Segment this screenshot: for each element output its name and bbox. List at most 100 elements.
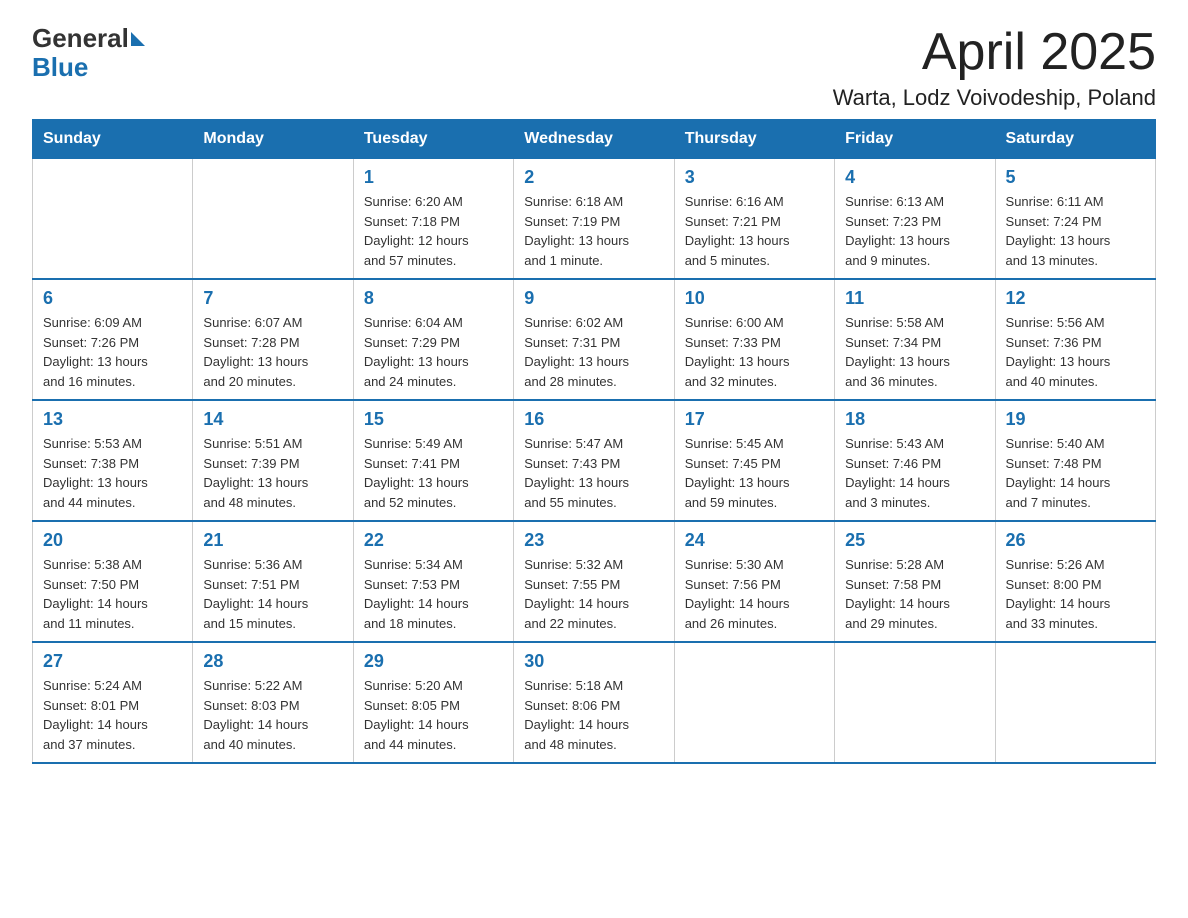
day-number: 11 xyxy=(845,288,984,309)
day-info: Sunrise: 5:53 AM Sunset: 7:38 PM Dayligh… xyxy=(43,434,182,512)
day-number: 2 xyxy=(524,167,663,188)
day-info: Sunrise: 6:16 AM Sunset: 7:21 PM Dayligh… xyxy=(685,192,824,270)
calendar-cell: 9Sunrise: 6:02 AM Sunset: 7:31 PM Daylig… xyxy=(514,279,674,400)
weekday-header-monday: Monday xyxy=(193,120,353,159)
day-info: Sunrise: 6:18 AM Sunset: 7:19 PM Dayligh… xyxy=(524,192,663,270)
day-number: 10 xyxy=(685,288,824,309)
day-info: Sunrise: 6:11 AM Sunset: 7:24 PM Dayligh… xyxy=(1006,192,1145,270)
day-info: Sunrise: 6:07 AM Sunset: 7:28 PM Dayligh… xyxy=(203,313,342,391)
calendar-cell: 2 Sunrise: 6:18 AM Sunset: 7:19 PM Daylig… xyxy=(514,159,674,280)
day-info: Sunrise: 5:22 AM Sunset: 8:03 PM Dayligh… xyxy=(203,676,342,754)
day-number: 30 xyxy=(524,651,663,672)
logo: General Blue xyxy=(32,24,145,81)
weekday-header-row: SundayMondayTuesdayWednesdayThursdayFrid… xyxy=(33,120,1156,159)
weekday-header-saturday: Saturday xyxy=(995,120,1155,159)
calendar-cell: 13Sunrise: 5:53 AM Sunset: 7:38 PM Dayli… xyxy=(33,400,193,521)
day-info: Sunrise: 6:13 AM Sunset: 7:23 PM Dayligh… xyxy=(845,192,984,270)
day-number: 1 xyxy=(364,167,503,188)
day-info: Sunrise: 5:18 AM Sunset: 8:06 PM Dayligh… xyxy=(524,676,663,754)
weekday-header-tuesday: Tuesday xyxy=(353,120,513,159)
day-info: Sunrise: 5:43 AM Sunset: 7:46 PM Dayligh… xyxy=(845,434,984,512)
day-info: Sunrise: 5:56 AM Sunset: 7:36 PM Dayligh… xyxy=(1006,313,1145,391)
day-number: 26 xyxy=(1006,530,1145,551)
calendar-cell: 18 Sunrise: 5:43 AM Sunset: 7:46 PM Dayli… xyxy=(835,400,995,521)
day-number: 16 xyxy=(524,409,663,430)
calendar-cell: 10Sunrise: 6:00 AM Sunset: 7:33 PM Dayli… xyxy=(674,279,834,400)
title-block: April 2025 Warta, Lodz Voivodeship, Pola… xyxy=(833,24,1156,111)
day-info: Sunrise: 5:45 AM Sunset: 7:45 PM Dayligh… xyxy=(685,434,824,512)
day-number: 21 xyxy=(203,530,342,551)
calendar-cell: 26 Sunrise: 5:26 AM Sunset: 8:00 PM Dayli… xyxy=(995,521,1155,642)
weekday-header-sunday: Sunday xyxy=(33,120,193,159)
calendar-cell: 17 Sunrise: 5:45 AM Sunset: 7:45 PM Dayli… xyxy=(674,400,834,521)
calendar-cell: 14 Sunrise: 5:51 AM Sunset: 7:39 PM Dayli… xyxy=(193,400,353,521)
day-number: 3 xyxy=(685,167,824,188)
weekday-header-thursday: Thursday xyxy=(674,120,834,159)
calendar-cell: 7 Sunrise: 6:07 AM Sunset: 7:28 PM Daylig… xyxy=(193,279,353,400)
day-number: 12 xyxy=(1006,288,1145,309)
day-info: Sunrise: 5:47 AM Sunset: 7:43 PM Dayligh… xyxy=(524,434,663,512)
logo-blue-text: Blue xyxy=(32,53,145,82)
calendar-cell xyxy=(193,159,353,280)
day-info: Sunrise: 5:34 AM Sunset: 7:53 PM Dayligh… xyxy=(364,555,503,633)
logo-arrow-icon xyxy=(131,32,145,46)
calendar-cell: 25 Sunrise: 5:28 AM Sunset: 7:58 PM Dayli… xyxy=(835,521,995,642)
calendar-cell: 6Sunrise: 6:09 AM Sunset: 7:26 PM Daylig… xyxy=(33,279,193,400)
day-number: 4 xyxy=(845,167,984,188)
day-number: 19 xyxy=(1006,409,1145,430)
calendar-cell xyxy=(835,642,995,763)
calendar-cell: 30 Sunrise: 5:18 AM Sunset: 8:06 PM Dayli… xyxy=(514,642,674,763)
day-number: 15 xyxy=(364,409,503,430)
day-number: 6 xyxy=(43,288,182,309)
calendar-cell: 12 Sunrise: 5:56 AM Sunset: 7:36 PM Dayli… xyxy=(995,279,1155,400)
calendar-cell: 23Sunrise: 5:32 AM Sunset: 7:55 PM Dayli… xyxy=(514,521,674,642)
day-number: 27 xyxy=(43,651,182,672)
day-info: Sunrise: 5:30 AM Sunset: 7:56 PM Dayligh… xyxy=(685,555,824,633)
calendar-cell: 11 Sunrise: 5:58 AM Sunset: 7:34 PM Dayli… xyxy=(835,279,995,400)
calendar-cell: 15 Sunrise: 5:49 AM Sunset: 7:41 PM Dayli… xyxy=(353,400,513,521)
day-info: Sunrise: 5:40 AM Sunset: 7:48 PM Dayligh… xyxy=(1006,434,1145,512)
day-info: Sunrise: 5:51 AM Sunset: 7:39 PM Dayligh… xyxy=(203,434,342,512)
day-number: 14 xyxy=(203,409,342,430)
calendar-cell: 16 Sunrise: 5:47 AM Sunset: 7:43 PM Dayli… xyxy=(514,400,674,521)
weekday-header-wednesday: Wednesday xyxy=(514,120,674,159)
calendar-cell: 27Sunrise: 5:24 AM Sunset: 8:01 PM Dayli… xyxy=(33,642,193,763)
calendar-cell: 28Sunrise: 5:22 AM Sunset: 8:03 PM Dayli… xyxy=(193,642,353,763)
day-number: 20 xyxy=(43,530,182,551)
calendar-cell: 3 Sunrise: 6:16 AM Sunset: 7:21 PM Daylig… xyxy=(674,159,834,280)
day-info: Sunrise: 5:49 AM Sunset: 7:41 PM Dayligh… xyxy=(364,434,503,512)
calendar-cell: 8 Sunrise: 6:04 AM Sunset: 7:29 PM Daylig… xyxy=(353,279,513,400)
day-number: 8 xyxy=(364,288,503,309)
calendar-cell: 21 Sunrise: 5:36 AM Sunset: 7:51 PM Dayli… xyxy=(193,521,353,642)
day-number: 25 xyxy=(845,530,984,551)
day-info: Sunrise: 5:28 AM Sunset: 7:58 PM Dayligh… xyxy=(845,555,984,633)
day-number: 18 xyxy=(845,409,984,430)
day-number: 29 xyxy=(364,651,503,672)
calendar-cell: 29Sunrise: 5:20 AM Sunset: 8:05 PM Dayli… xyxy=(353,642,513,763)
day-info: Sunrise: 6:04 AM Sunset: 7:29 PM Dayligh… xyxy=(364,313,503,391)
day-info: Sunrise: 5:38 AM Sunset: 7:50 PM Dayligh… xyxy=(43,555,182,633)
day-number: 23 xyxy=(524,530,663,551)
day-info: Sunrise: 5:36 AM Sunset: 7:51 PM Dayligh… xyxy=(203,555,342,633)
calendar-week-row: 13Sunrise: 5:53 AM Sunset: 7:38 PM Dayli… xyxy=(33,400,1156,521)
calendar-week-row: 27Sunrise: 5:24 AM Sunset: 8:01 PM Dayli… xyxy=(33,642,1156,763)
calendar-cell xyxy=(674,642,834,763)
calendar-cell: 1 Sunrise: 6:20 AM Sunset: 7:18 PM Daylig… xyxy=(353,159,513,280)
calendar-cell: 4 Sunrise: 6:13 AM Sunset: 7:23 PM Daylig… xyxy=(835,159,995,280)
day-number: 5 xyxy=(1006,167,1145,188)
day-info: Sunrise: 6:20 AM Sunset: 7:18 PM Dayligh… xyxy=(364,192,503,270)
calendar-cell xyxy=(995,642,1155,763)
day-info: Sunrise: 5:26 AM Sunset: 8:00 PM Dayligh… xyxy=(1006,555,1145,633)
day-number: 17 xyxy=(685,409,824,430)
calendar-cell: 19 Sunrise: 5:40 AM Sunset: 7:48 PM Dayli… xyxy=(995,400,1155,521)
calendar-subtitle: Warta, Lodz Voivodeship, Poland xyxy=(833,85,1156,111)
day-number: 7 xyxy=(203,288,342,309)
day-number: 24 xyxy=(685,530,824,551)
calendar-week-row: 6Sunrise: 6:09 AM Sunset: 7:26 PM Daylig… xyxy=(33,279,1156,400)
calendar-table: SundayMondayTuesdayWednesdayThursdayFrid… xyxy=(32,119,1156,764)
day-info: Sunrise: 5:58 AM Sunset: 7:34 PM Dayligh… xyxy=(845,313,984,391)
calendar-cell: 20 Sunrise: 5:38 AM Sunset: 7:50 PM Dayli… xyxy=(33,521,193,642)
day-info: Sunrise: 6:02 AM Sunset: 7:31 PM Dayligh… xyxy=(524,313,663,391)
page-header: General Blue April 2025 Warta, Lodz Voiv… xyxy=(32,24,1156,111)
day-number: 22 xyxy=(364,530,503,551)
